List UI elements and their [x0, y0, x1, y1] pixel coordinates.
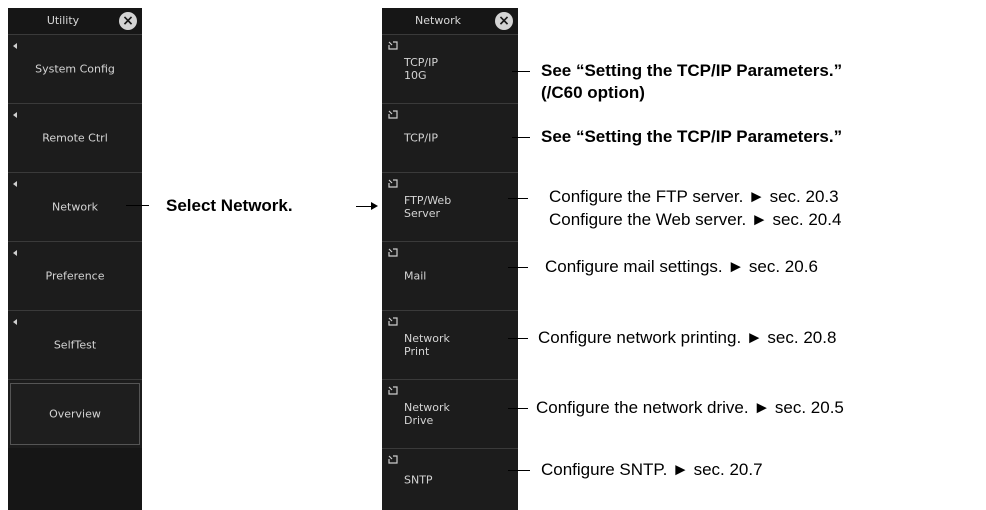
web-annotation: Configure the Web server. ► sec. 20.4: [549, 210, 842, 229]
leader-line: [356, 206, 372, 207]
tcpip10g-annotation-line1: See “Setting the TCP/IP Parameters.”: [541, 61, 843, 80]
close-icon[interactable]: ×: [495, 12, 513, 30]
network-menu-title: Network: [415, 14, 461, 27]
select-network-annotation: Select Network.: [166, 196, 293, 215]
submenu-arrow-icon: [13, 112, 17, 118]
menu-item-sntp[interactable]: SNTP: [382, 448, 518, 510]
submenu-arrow-icon: [13, 181, 17, 187]
leader-line: [508, 338, 528, 339]
menu-item-selftest[interactable]: SelfTest: [8, 310, 142, 379]
menu-item-label: Preference: [45, 269, 105, 283]
leader-line: [508, 267, 528, 268]
menu-item-label: FTP/Web Server: [404, 194, 452, 220]
mail-annotation: Configure mail settings. ► sec. 20.6: [545, 257, 818, 276]
menu-item-network-drive[interactable]: Network Drive: [382, 379, 518, 448]
menu-item-network[interactable]: Network: [8, 172, 142, 241]
link-icon: [388, 386, 398, 395]
leader-line: [512, 137, 530, 138]
utility-menu: Utility × System Config Remote Ctrl Netw…: [8, 8, 142, 510]
menu-item-label: System Config: [35, 62, 115, 76]
tcpip-annotation: See “Setting the TCP/IP Parameters.”: [541, 127, 843, 146]
utility-menu-title: Utility: [46, 14, 80, 27]
leader-line: [508, 470, 530, 471]
tcpip10g-annotation-line2: (/C60 option): [541, 83, 645, 102]
leader-line: [508, 408, 528, 409]
submenu-arrow-icon: [13, 43, 17, 49]
menu-item-label: TCP/IP: [404, 131, 438, 145]
menu-item-label: Remote Ctrl: [42, 131, 108, 145]
drive-annotation: Configure the network drive. ► sec. 20.5: [536, 398, 844, 417]
menu-item-label: Network: [52, 200, 98, 214]
menu-item-ftp-web-server[interactable]: FTP/Web Server: [382, 172, 518, 241]
menu-item-remote-ctrl[interactable]: Remote Ctrl: [8, 103, 142, 172]
link-icon: [388, 317, 398, 326]
leader-line: [512, 71, 530, 72]
link-icon: [388, 179, 398, 188]
link-icon: [388, 41, 398, 50]
network-menu-header: Network ×: [382, 8, 518, 34]
leader-line: [126, 205, 149, 206]
close-icon[interactable]: ×: [119, 12, 137, 30]
menu-item-network-print[interactable]: Network Print: [382, 310, 518, 379]
menu-item-mail[interactable]: Mail: [382, 241, 518, 310]
link-icon: [388, 248, 398, 257]
utility-menu-header: Utility ×: [8, 8, 142, 34]
submenu-arrow-icon: [13, 250, 17, 256]
menu-item-label: TCP/IP 10G: [404, 56, 438, 82]
menu-item-tcpip-10g[interactable]: TCP/IP 10G: [382, 34, 518, 103]
link-icon: [388, 110, 398, 119]
overview-label: Overview: [49, 407, 101, 421]
link-icon: [388, 455, 398, 464]
menu-item-label: SNTP: [404, 473, 433, 486]
menu-item-label: Network Print: [404, 332, 450, 358]
leader-line: [508, 198, 528, 199]
menu-item-label: Network Drive: [404, 401, 450, 427]
sntp-annotation: Configure SNTP. ► sec. 20.7: [541, 460, 763, 479]
ftp-annotation: Configure the FTP server. ► sec. 20.3: [549, 187, 839, 206]
menu-item-system-config[interactable]: System Config: [8, 34, 142, 103]
menu-item-preference[interactable]: Preference: [8, 241, 142, 310]
network-menu: Network × TCP/IP 10G TCP/IP FTP/Web Serv…: [382, 8, 518, 510]
arrow-right-icon: [371, 202, 378, 210]
submenu-arrow-icon: [13, 319, 17, 325]
menu-item-overview[interactable]: Overview: [8, 379, 142, 448]
menu-item-label: Mail: [404, 269, 427, 283]
print-annotation: Configure network printing. ► sec. 20.8: [538, 328, 837, 347]
menu-item-label: SelfTest: [53, 338, 97, 352]
menu-item-tcpip[interactable]: TCP/IP: [382, 103, 518, 172]
